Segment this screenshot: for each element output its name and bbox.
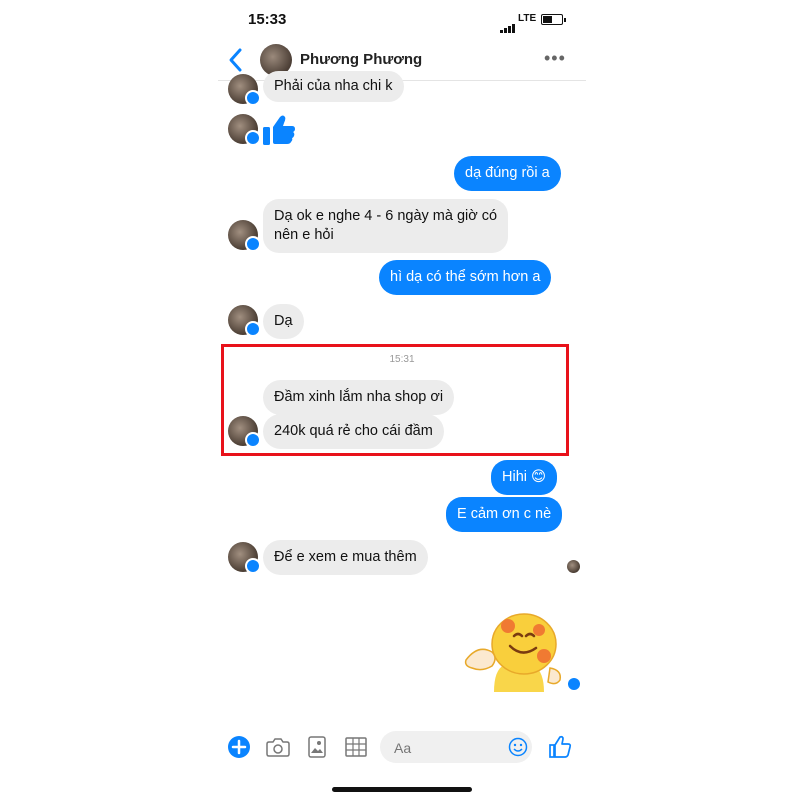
camera-icon[interactable] — [266, 737, 290, 757]
sender-avatar[interactable] — [228, 542, 261, 574]
emoji-icon[interactable] — [508, 737, 528, 757]
message-bubble-incoming[interactable]: Dạ — [263, 304, 304, 339]
status-time: 15:33 — [248, 11, 287, 28]
message-line: Dạ ok e nghe 4 - 6 ngày mà giờ có — [274, 208, 498, 224]
back-icon[interactable] — [224, 46, 248, 74]
gallery-icon[interactable] — [308, 736, 326, 758]
message-bubble-outgoing[interactable]: E cảm ơn c nè — [446, 497, 563, 532]
plus-icon[interactable] — [228, 736, 250, 758]
messenger-badge-icon — [245, 321, 261, 337]
contact-name[interactable]: Phương Phương — [300, 51, 422, 68]
message-bubble-incoming[interactable]: Phải của nha chi k — [263, 71, 404, 102]
battery-icon — [541, 14, 566, 25]
message-composer — [218, 728, 586, 768]
like-sticker-icon[interactable] — [262, 114, 296, 146]
messenger-badge-icon — [245, 432, 261, 448]
message-timestamp: 15:31 — [389, 354, 415, 365]
message-bubble-outgoing[interactable]: dạ đúng rồi a — [454, 156, 561, 191]
read-receipt-avatar — [567, 560, 580, 573]
like-icon[interactable] — [548, 735, 572, 759]
messenger-badge-icon — [245, 130, 261, 146]
sender-avatar[interactable] — [228, 416, 261, 448]
message-bubble-outgoing[interactable]: Hihi 😊 — [491, 460, 558, 495]
grid-icon[interactable] — [345, 737, 367, 757]
cartoon-sticker[interactable] — [464, 610, 564, 692]
sender-avatar[interactable] — [228, 74, 261, 106]
message-bubble-incoming[interactable]: Để e xem e mua thêm — [263, 540, 428, 575]
sender-avatar[interactable] — [228, 305, 261, 337]
message-bubble-outgoing[interactable]: hì dạ có thể sớm hơn a — [379, 260, 552, 295]
messenger-screen: 15:33 LTE Phương Phương ••• Phải của nha… — [218, 0, 586, 800]
message-bubble-incoming[interactable]: 240k quá rẻ cho cái đầm — [263, 414, 444, 449]
sender-avatar[interactable] — [228, 114, 261, 146]
messenger-badge-icon — [245, 90, 261, 106]
message-bubble-incoming[interactable]: Đầm xinh lắm nha shop ơi — [263, 380, 455, 415]
smile-emoji-icon: 😊 — [531, 469, 547, 485]
sender-avatar[interactable] — [228, 220, 261, 252]
message-line: nên e hỏi — [274, 227, 334, 243]
message-bubble-incoming[interactable]: Dạ ok e nghe 4 - 6 ngày mà giờ có nên e … — [263, 199, 509, 253]
status-bar: 15:33 LTE — [218, 0, 586, 40]
message-text: Hihi — [502, 469, 527, 485]
network-label: LTE — [518, 13, 537, 24]
messenger-badge-icon — [245, 236, 261, 252]
messenger-badge-icon — [245, 558, 261, 574]
message-input-field[interactable] — [380, 731, 532, 763]
signal-icon — [500, 15, 516, 33]
delivered-check-icon — [568, 678, 580, 690]
home-indicator — [332, 787, 472, 792]
message-input[interactable] — [392, 736, 508, 760]
more-icon[interactable]: ••• — [544, 48, 566, 69]
